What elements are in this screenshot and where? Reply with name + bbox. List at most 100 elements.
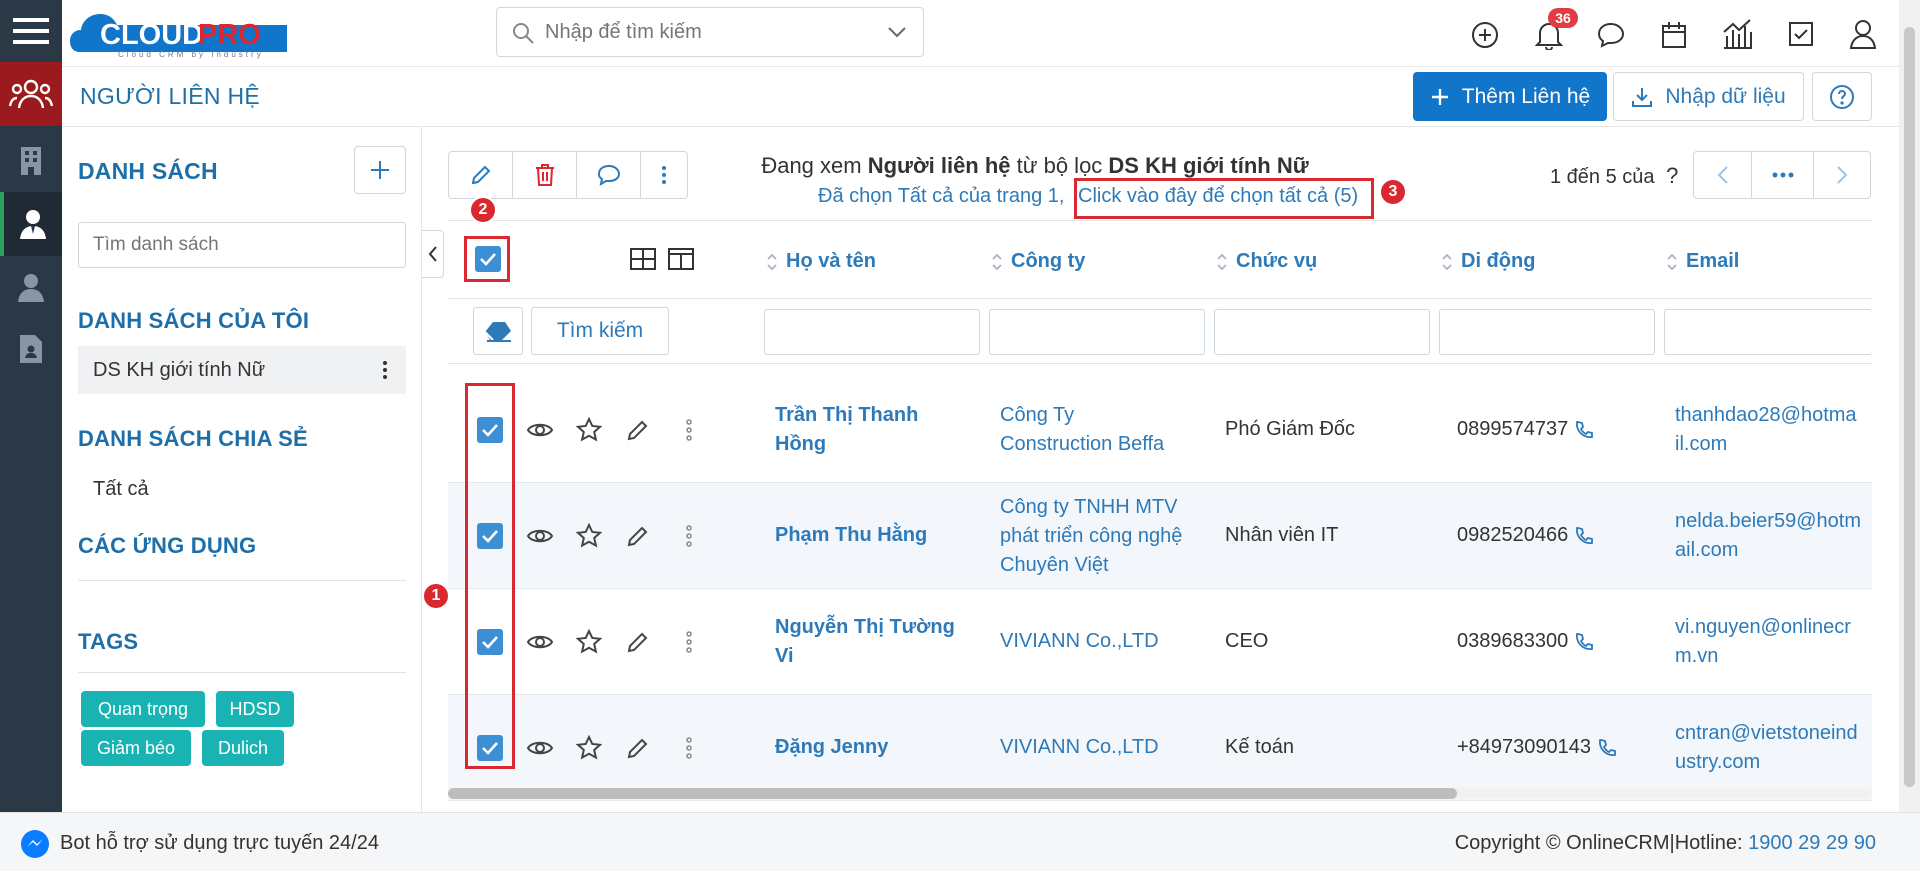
tag-giam-beo[interactable]: Giảm béo [81,730,191,766]
document-icon[interactable] [0,318,62,380]
edit-icon[interactable] [626,418,650,447]
clear-filter-button[interactable] [473,307,523,355]
tag-quan-trong[interactable]: Quan trọng [81,691,205,727]
view-icon[interactable] [526,526,554,551]
task-check-icon[interactable] [1787,20,1815,48]
grid-layout-icon[interactable] [629,247,657,271]
email-link[interactable]: vi.nguyen@onlinecr m.vn [1675,613,1875,671]
global-search-input[interactable] [545,16,865,48]
email-link[interactable]: cntran@vietstoneind ustry.com [1675,719,1875,777]
row-menu-icon[interactable] [686,525,692,552]
row-menu-icon[interactable] [686,419,692,446]
add-list-button[interactable] [354,146,406,194]
star-icon[interactable] [575,522,603,554]
table-row[interactable]: Đặng Jenny VIVIANN Co.,LTD Kế toán +8497309… [448,695,1872,801]
scrollbar-thumb[interactable] [1904,27,1915,787]
grid-search-button[interactable]: Tìm kiếm [531,307,669,355]
company-link[interactable]: VIVIANN Co.,LTD [1000,733,1215,762]
chat-icon[interactable] [1597,21,1625,49]
edit-icon[interactable] [626,524,650,553]
scrollbar-thumb[interactable] [448,788,1457,799]
mobile-number[interactable]: 0389683300 [1457,627,1594,656]
bulk-comment-button[interactable] [577,152,641,198]
bulk-edit-button[interactable] [449,152,513,198]
contact-name-link[interactable]: Đặng Jenny [775,733,975,762]
next-page-button[interactable] [1814,152,1870,198]
contacts-group-icon[interactable] [0,62,62,126]
vertical-scrollbar[interactable] [1899,0,1920,812]
add-circle-icon[interactable] [1471,21,1499,49]
table-row[interactable]: Nguyễn Thị Tường Vi VIVIANN Co.,LTD CEO 0389… [448,589,1872,695]
annotation-box-2 [464,236,510,282]
columns-layout-icon[interactable] [667,247,695,271]
viewing-info: Đang xem Người liên hệ từ bộ lọc DS KH g… [700,153,1370,179]
contact-name-link[interactable]: Phạm Thu Hằng [775,521,975,550]
tag-dulich[interactable]: Dulich [202,730,284,766]
view-icon[interactable] [526,738,554,763]
contact-person-icon[interactable] [0,192,62,256]
star-icon[interactable] [575,628,603,660]
edit-icon[interactable] [626,630,650,659]
table-row[interactable]: Trần Thị Thanh Hồng Công Ty Construction Be… [448,377,1872,483]
filter-company-input[interactable] [989,309,1205,355]
contact-name-link[interactable]: Nguyễn Thị Tường Vi [775,613,975,671]
help-button[interactable] [1812,72,1872,121]
cloudpro-logo[interactable]: CLOUD PRO Cloud CRM by Industry [70,6,300,60]
list-item-all[interactable]: Tất cả [93,478,149,501]
column-header-company[interactable]: Công ty [991,250,1085,273]
mobile-number[interactable]: +84973090143 [1457,733,1617,762]
company-link[interactable]: Công Ty Construction Beffa [1000,401,1215,459]
row-menu-icon[interactable] [686,631,692,658]
company-link[interactable]: VIVIANN Co.,LTD [1000,627,1215,656]
previous-page-button[interactable] [1694,152,1752,198]
star-icon[interactable] [575,416,603,448]
view-icon[interactable] [526,632,554,657]
profile-icon[interactable] [1849,19,1877,49]
building-icon[interactable] [0,130,62,192]
more-actions-button[interactable] [641,152,687,198]
phone-icon[interactable] [1574,632,1594,652]
company-link[interactable]: Công ty TNHH MTV phát triển công nghệ Chuy… [1000,493,1215,580]
table-row[interactable]: Phạm Thu Hằng Công ty TNHH MTV phát triển … [448,483,1872,589]
collapse-sidebar-toggle[interactable] [422,230,444,278]
calendar-icon[interactable] [1660,20,1688,50]
horizontal-scrollbar[interactable] [448,788,1872,799]
global-search[interactable] [496,7,924,57]
page-menu-button[interactable] [1752,152,1814,198]
user-icon[interactable] [0,256,62,318]
view-icon[interactable] [526,420,554,445]
contact-name-link[interactable]: Trần Thị Thanh Hồng [775,401,975,459]
tag-hdsd[interactable]: HDSD [216,691,294,727]
selected-info: Đã chọn Tất cả của trang 1, [818,185,1065,207]
edit-icon[interactable] [626,736,650,765]
pagination-total-unknown[interactable]: ? [1666,163,1678,188]
star-icon[interactable] [575,734,603,766]
filter-email-input[interactable] [1664,309,1872,355]
hotline-number[interactable]: 1900 29 29 90 [1748,832,1876,854]
email-link[interactable]: nelda.beier59@hotm ail.com [1675,507,1875,565]
import-data-button[interactable]: Nhập dữ liệu [1613,72,1804,121]
bulk-delete-button[interactable] [513,152,577,198]
mobile-number[interactable]: 0899574737 [1457,415,1594,444]
hamburger-menu-icon[interactable] [0,0,62,62]
phone-icon[interactable] [1597,738,1617,758]
column-header-title[interactable]: Chức vụ [1216,250,1317,273]
filter-title-input[interactable] [1214,309,1430,355]
phone-icon[interactable] [1574,526,1594,546]
column-header-mobile[interactable]: Di động [1441,250,1535,273]
filter-name-input[interactable] [764,309,980,355]
messenger-icon[interactable] [20,829,50,859]
column-header-email[interactable]: Email [1666,250,1739,273]
column-header-name[interactable]: Họ và tên [766,250,876,273]
add-contact-button[interactable]: Thêm Liên hệ [1413,72,1607,121]
phone-icon[interactable] [1574,420,1594,440]
filter-mobile-input[interactable] [1439,309,1655,355]
mobile-number[interactable]: 0982520466 [1457,521,1594,550]
analytics-icon[interactable] [1722,18,1754,50]
row-menu-icon[interactable] [686,737,692,764]
list-item-ds-kh-nu[interactable]: DS KH giới tính Nữ [78,346,406,394]
chevron-down-icon[interactable] [887,25,907,39]
kebab-menu-icon[interactable] [382,360,388,380]
email-link[interactable]: thanhdao28@hotma il.com [1675,401,1875,459]
list-search-input[interactable] [78,222,406,268]
